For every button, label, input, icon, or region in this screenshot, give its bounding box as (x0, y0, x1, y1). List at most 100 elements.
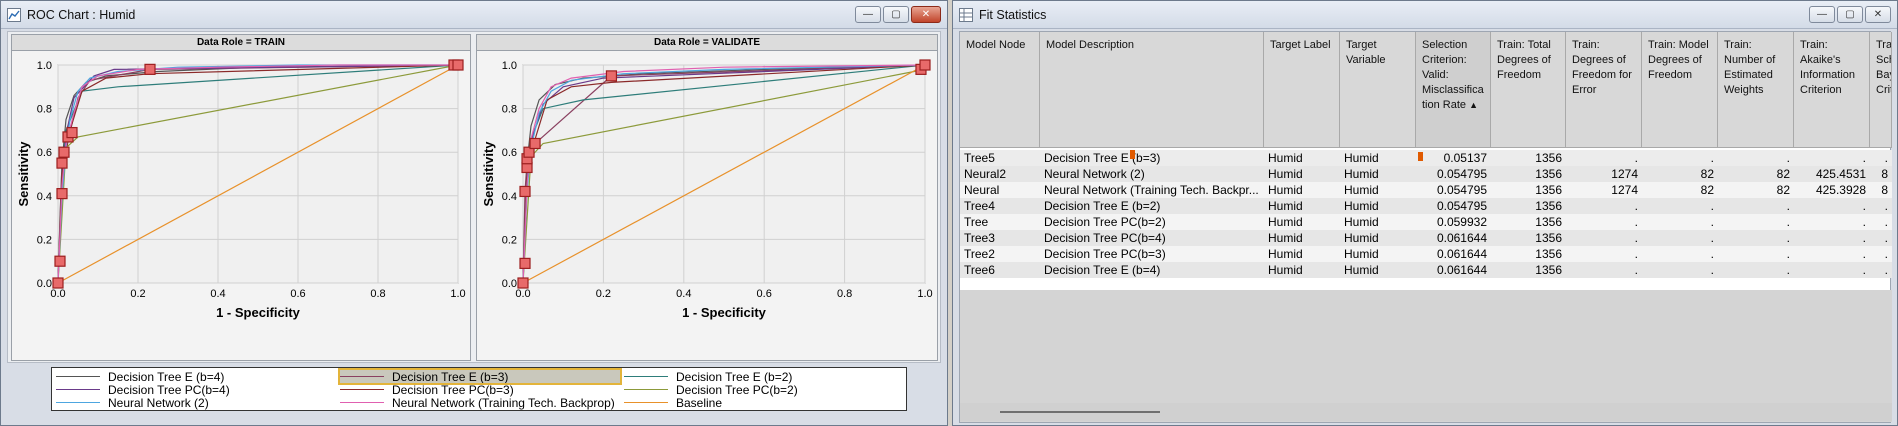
table-header: Model Node Model Description Target Labe… (960, 32, 1892, 148)
series-point (66, 126, 78, 139)
cell-total-df: 1356 (1535, 263, 1562, 277)
cell-aic: . (1862, 231, 1866, 245)
series-point (58, 146, 70, 158)
legend-swatch (340, 402, 384, 403)
legend-item[interactable]: Decision Tree PC(b=4) (56, 383, 230, 397)
fit-statistics-window: Fit Statistics — ▢ ✕ Model Node Model De… (952, 0, 1898, 426)
cell-model-node: Neural (964, 183, 1000, 197)
series-point (519, 185, 531, 198)
legend-label: Decision Tree E (b=2) (676, 369, 793, 384)
series-point (144, 63, 156, 75)
legend-item[interactable]: Decision Tree E (b=2) (624, 369, 793, 384)
legend-item[interactable]: Decision Tree E (b=4) (56, 370, 224, 384)
column-header-model-node[interactable]: Model Node (960, 32, 1040, 148)
series-point (54, 255, 66, 267)
cell-sbc: 8 (1881, 183, 1888, 197)
cell-total-df: 1356 (1535, 247, 1562, 261)
cell-df-error: . (1634, 247, 1638, 261)
cell-sbc: . (1884, 151, 1888, 165)
x-axis-label: 1 - Specificity (216, 305, 301, 320)
cell-cursor-marker (1418, 152, 1423, 161)
x-tick-label: 0.4 (676, 288, 691, 300)
minimize-button[interactable]: — (855, 6, 881, 23)
cell-target-label: Humid (1268, 199, 1303, 213)
roc-window-titlebar[interactable]: ROC Chart : Humid — ▢ ✕ (1, 1, 947, 29)
table-row[interactable]: Neural Neural Network (Training Tech. Bac… (960, 182, 1892, 198)
cell-misclassification-rate: 0.061644 (1436, 247, 1487, 261)
legend-swatch (56, 402, 100, 403)
x-tick-label: 0.8 (837, 288, 852, 300)
legend-item-selected[interactable]: Decision Tree E (b=3) (338, 368, 622, 385)
legend-swatch (624, 376, 668, 377)
legend-label: Neural Network (2) (108, 395, 209, 410)
cell-total-df: 1356 (1535, 151, 1562, 165)
cell-misclassification-rate: 0.061644 (1436, 231, 1487, 245)
y-tick-label: 0.4 (37, 191, 52, 203)
validate-panel: Data Role = VALIDATE 0.0 0.2 0.4 0.6 0.8 1.0 0… (476, 34, 938, 361)
cell-df-error: . (1634, 199, 1638, 213)
column-header-model-description[interactable]: Model Description (1040, 32, 1264, 148)
validate-roc-chart: 0.0 0.2 0.4 0.6 0.8 1.0 0.0 0.2 0.4 0.6 0.8 1.0 1 - … (481, 59, 933, 320)
table-row[interactable]: Tree4 Decision Tree E (b=2) Humid Humid 0.05… (960, 198, 1892, 214)
legend-item[interactable]: Decision Tree PC(b=3) (340, 383, 514, 397)
column-header-train-sbc[interactable]: Train: Sch Bay Crite (1870, 32, 1892, 148)
cell-model-description: Decision Tree E (b=2) (1044, 199, 1161, 213)
table-row[interactable]: Tree2 Decision Tree PC(b=3) Humid Humid 0.06… (960, 246, 1892, 262)
legend-item[interactable]: Neural Network (2) (56, 395, 209, 410)
cell-model-node: Tree2 (964, 247, 995, 261)
fit-statistics-table: Model Node Model Description Target Labe… (959, 31, 1892, 423)
x-tick-label: 0.2 (596, 288, 611, 300)
restore-button[interactable]: ▢ (883, 6, 909, 23)
table-row[interactable]: Neural2 Neural Network (2) Humid Humid 0.054… (960, 166, 1892, 182)
close-button[interactable]: ✕ (911, 6, 941, 23)
cell-sbc: . (1884, 247, 1888, 261)
x-tick-label: 0.0 (50, 288, 65, 300)
column-header-target-label[interactable]: Target Label (1264, 32, 1340, 148)
legend-item[interactable]: Decision Tree PC(b=2) (624, 383, 798, 397)
horizontal-scrollbar[interactable] (960, 403, 1892, 421)
column-header-train-df-error[interactable]: Train: Degrees of Freedom for Error (1566, 32, 1642, 148)
table-row[interactable]: Tree Decision Tree PC(b=2) Humid Humid 0.059… (960, 214, 1892, 230)
cell-model-description: Decision Tree PC(b=4) (1044, 231, 1166, 245)
column-header-target-variable[interactable]: Target Variable (1340, 32, 1416, 148)
cell-model-df: . (1710, 247, 1714, 261)
cell-aic: . (1862, 263, 1866, 277)
table-row[interactable]: Tree3 Decision Tree PC(b=4) Humid Humid 0.06… (960, 230, 1892, 246)
cell-total-df: 1356 (1535, 199, 1562, 213)
cell-model-node: Tree5 (964, 151, 995, 165)
legend-swatch (56, 389, 100, 390)
scrollbar-thumb[interactable] (1000, 411, 1160, 413)
cell-df-error: . (1634, 215, 1638, 229)
x-tick-label: 0.6 (757, 288, 772, 300)
train-panel-title: Data Role = TRAIN (12, 35, 470, 51)
table-row[interactable]: Tree5 Decision Tree E (b=3) Humid Humid 0.05… (960, 150, 1892, 166)
y-tick-label: 0.4 (502, 191, 517, 203)
table-row[interactable]: Tree6 Decision Tree E (b=4) Humid Humid 0.06… (960, 262, 1892, 278)
fit-window-titlebar[interactable]: Fit Statistics — ▢ ✕ (953, 1, 1897, 29)
cell-model-df: 82 (1700, 167, 1714, 181)
column-header-train-estimated-weights[interactable]: Train: Number of Estimated Weights (1718, 32, 1794, 148)
column-header-train-model-df[interactable]: Train: Model Degrees of Freedom (1642, 32, 1718, 148)
roc-chart-area: Data Role = TRAIN 0.0 0.2 0.4 0.6 0.8 1.0 0.0 0… (7, 31, 941, 363)
cell-df-error: 1274 (1611, 167, 1638, 181)
cell-model-df: 82 (1700, 183, 1714, 197)
cell-model-description: Decision Tree E (b=3) (1044, 151, 1161, 165)
x-tick-label: 0.8 (370, 288, 385, 300)
minimize-button[interactable]: — (1809, 6, 1835, 23)
x-tick-label: 1.0 (917, 288, 932, 300)
cell-aic: . (1862, 247, 1866, 261)
legend-item[interactable]: Baseline (624, 396, 722, 410)
cell-target-label: Humid (1268, 183, 1303, 197)
column-header-train-aic[interactable]: Train: Akaike's Information Criterion (1794, 32, 1870, 148)
cell-df-error: . (1634, 151, 1638, 165)
restore-button[interactable]: ▢ (1837, 6, 1863, 23)
close-button[interactable]: ✕ (1865, 6, 1891, 23)
column-header-train-total-df[interactable]: Train: Total Degrees of Freedom (1491, 32, 1566, 148)
legend-item[interactable]: Neural Network (Training Tech. Backprop) (340, 396, 615, 410)
x-tick-label: 0.6 (290, 288, 305, 300)
cell-model-description: Decision Tree PC(b=2) (1044, 215, 1166, 229)
cell-model-df: . (1710, 151, 1714, 165)
cell-sbc: . (1884, 199, 1888, 213)
series-point (519, 257, 531, 269)
column-header-selection-criterion[interactable]: Selection Criterion: Valid: Misclassific… (1416, 32, 1491, 148)
